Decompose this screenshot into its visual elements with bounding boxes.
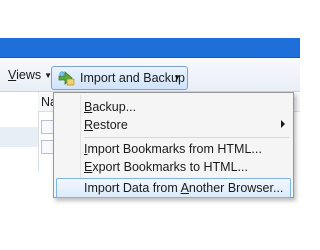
label-rest: nother Browser... (188, 181, 284, 195)
menu-item-label: Restore (84, 118, 128, 132)
views-label-mnemonic: V (8, 68, 17, 82)
menu-item-backup[interactable]: Backup... (56, 97, 291, 117)
dropdown-arrow-icon: ▼ (173, 73, 181, 82)
import-backup-icon (58, 71, 75, 86)
import-backup-menu: Backup... Restore Import Bookmarks from … (53, 92, 294, 198)
label-rest: ackup... (92, 100, 137, 114)
mnemonic: A (180, 181, 189, 195)
menu-item-label: Backup... (84, 100, 136, 114)
selected-folder-row[interactable] (0, 127, 38, 147)
title-band (0, 38, 300, 58)
mnemonic: R (84, 118, 94, 132)
menu-item-export-bookmarks-html[interactable]: Export Bookmarks to HTML... (56, 157, 291, 177)
menu-item-import-bookmarks-html[interactable]: Import Bookmarks from HTML... (56, 139, 291, 159)
import-and-backup-button[interactable]: Import and Backup ▼ (51, 66, 188, 90)
import-and-backup-label: Import and Backup (80, 71, 185, 85)
label-pre: Import Data from (84, 181, 181, 195)
label-rest: estore (93, 118, 128, 132)
views-label-rest: iews (16, 68, 42, 82)
menu-item-label: Export Bookmarks to HTML... (84, 160, 248, 174)
label-rest: mport Bookmarks from HTML... (87, 142, 262, 156)
label-rest: xport Bookmarks to HTML... (92, 160, 248, 174)
menu-item-label: Import Bookmarks from HTML... (84, 142, 262, 156)
menu-item-label: Import Data from Another Browser... (84, 181, 283, 195)
library-window: Views ▼ Import and Backup ▼ Na Backup... … (0, 0, 300, 250)
menu-item-restore[interactable]: Restore (56, 115, 291, 135)
submenu-arrow-icon (281, 120, 285, 128)
menu-item-import-from-browser[interactable]: Import Data from Another Browser... (56, 178, 291, 198)
menu-separator (84, 137, 289, 138)
